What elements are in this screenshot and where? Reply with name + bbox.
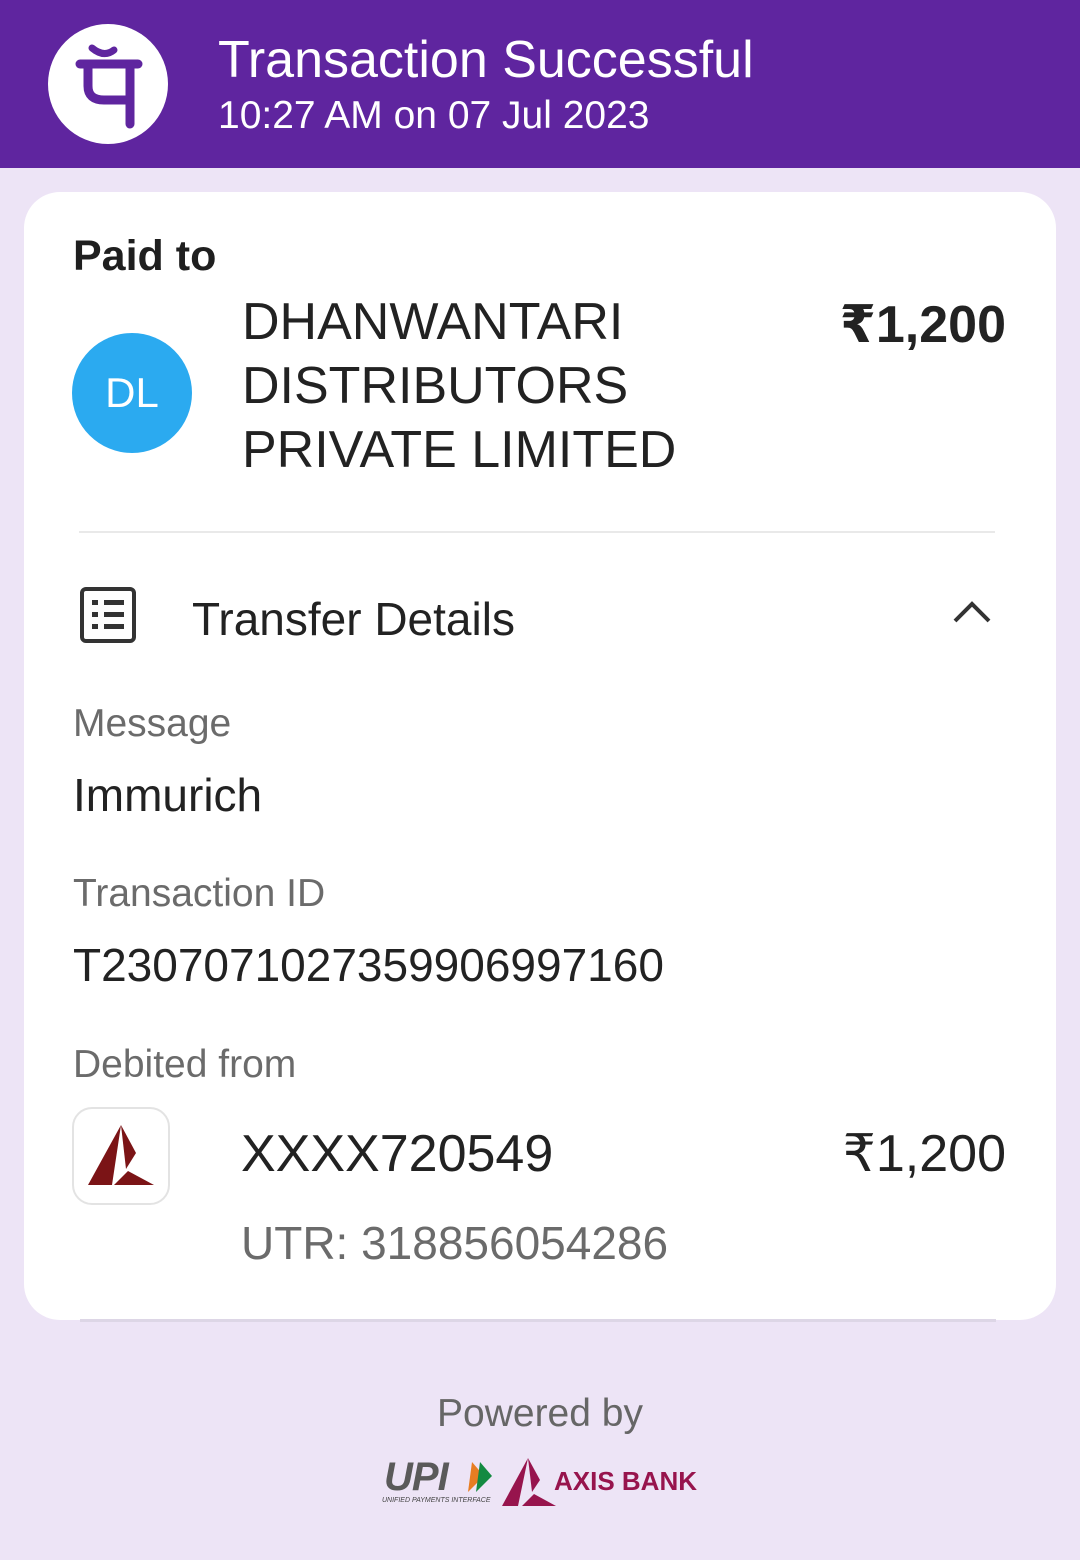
payee-name-line: DISTRIBUTORS	[242, 357, 629, 415]
axis-bank-name: AXIS BANK	[554, 1466, 697, 1496]
powered-by-label: Powered by	[437, 1392, 643, 1435]
payee-name-line: DHANWANTARI	[242, 293, 624, 351]
payee-name-line: PRIVATE LIMITED	[242, 421, 677, 479]
payee-avatar: DL	[72, 333, 192, 453]
list-icon	[80, 587, 136, 648]
paid-to-label: Paid to	[73, 232, 217, 280]
upi-logo-text: UPI	[384, 1455, 450, 1499]
transaction-card: Paid to DL DHANWANTARI DISTRIBUTORS PRIV…	[24, 192, 1056, 1320]
message-label: Message	[73, 702, 232, 745]
app-header: Transaction Successful 10:27 AM on 07 Ju…	[0, 0, 1080, 168]
transaction-status-title: Transaction Successful	[218, 31, 754, 89]
transfer-details-title[interactable]: Transfer Details	[192, 592, 515, 646]
axis-bank-logo-icon	[72, 1107, 170, 1205]
divider	[79, 531, 995, 533]
debited-amount: ₹1,200	[842, 1125, 1006, 1183]
footer-logos: UPI UNIFIED PAYMENTS INTERFACE AXIS BANK	[380, 1452, 700, 1517]
debited-from-label: Debited from	[73, 1043, 297, 1086]
phonepe-logo-icon	[48, 24, 168, 144]
message-value: Immurich	[73, 769, 263, 821]
payee-name: DHANWANTARI DISTRIBUTORS PRIVATE LIMITED	[242, 290, 762, 482]
utr-number[interactable]: UTR: 318856054286	[241, 1216, 668, 1270]
transaction-timestamp: 10:27 AM on 07 Jul 2023	[218, 94, 650, 137]
transaction-id-value[interactable]: T2307071027359906997160	[73, 938, 664, 992]
upi-logo-icon: UPI UNIFIED PAYMENTS INTERFACE	[382, 1455, 492, 1504]
upi-subtext: UNIFIED PAYMENTS INTERFACE	[382, 1497, 491, 1504]
chevron-up-icon[interactable]	[952, 600, 992, 629]
transaction-id-label: Transaction ID	[73, 872, 326, 915]
debited-account-number: XXXX720549	[241, 1125, 554, 1183]
card-shadow	[80, 1319, 996, 1322]
paid-amount: ₹1,200	[839, 296, 1006, 354]
axis-bank-footer-logo-icon: AXIS BANK	[502, 1458, 697, 1506]
